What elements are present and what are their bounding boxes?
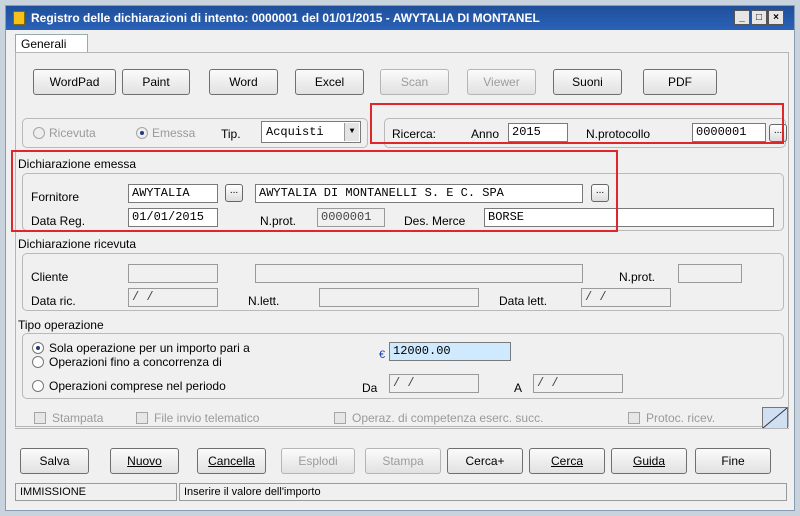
fornitore-lookup-button[interactable]: ... — [225, 184, 243, 202]
cerca-plus-button[interactable]: Cerca+ — [447, 448, 523, 474]
sola-operazione-label: Sola operazione per un importo pari a — [49, 341, 250, 355]
stampa-button[interactable]: Stampa — [365, 448, 441, 474]
emessa-section-title: Dichiarazione emessa — [18, 157, 137, 171]
nprotocollo-field[interactable]: 0000001 — [692, 123, 766, 142]
resize-corner-icon — [762, 407, 788, 429]
tab-generali[interactable]: Generali — [15, 34, 88, 53]
esplodi-button[interactable]: Esplodi — [281, 448, 355, 474]
ricevuta-section-title: Dichiarazione ricevuta — [18, 237, 137, 251]
datalett-field: / / — [581, 288, 671, 307]
pdf-button[interactable]: PDF — [643, 69, 717, 95]
datarec-label: Data ric. — [31, 294, 76, 308]
importo-field[interactable]: 12000.00 — [389, 342, 511, 361]
fino-concorrenza-label: Operazioni fino a concorrenza di — [49, 355, 222, 369]
close-button[interactable]: × — [768, 10, 784, 25]
a-label: A — [514, 381, 523, 395]
tipo-section-title: Tipo operazione — [18, 318, 104, 332]
nlett-field — [319, 288, 479, 307]
fornitore-name-field[interactable]: AWYTALIA DI MONTANELLI S. E C. SPA — [255, 184, 583, 203]
search-lookup-button[interactable]: ... — [769, 124, 787, 142]
operaz-label: Operaz. di competenza eserc. succ. — [352, 411, 544, 425]
radio-sola-operazione[interactable] — [32, 342, 44, 354]
status-message: Inserire il valore dell'importo — [179, 483, 787, 501]
euro-icon: € — [379, 349, 386, 361]
stampata-label: Stampata — [52, 411, 104, 425]
ricevuta-nprot-field — [678, 264, 742, 283]
desmerce-field[interactable]: BORSE — [484, 208, 774, 227]
datareg-field[interactable]: 01/01/2015 — [128, 208, 218, 227]
ricevuta-label: Ricevuta — [49, 126, 96, 140]
suoni-button[interactable]: Suoni — [553, 69, 622, 95]
cliente-name-field — [255, 264, 583, 283]
nuovo-button[interactable]: Nuovo — [110, 448, 179, 474]
a-date-field: / / — [533, 374, 623, 393]
bottom-separator — [15, 428, 789, 429]
wordpad-button[interactable]: WordPad — [33, 69, 116, 95]
fornitore-label: Fornitore — [31, 190, 80, 204]
periodo-label: Operazioni comprese nel periodo — [49, 379, 226, 393]
window-title: Registro delle dichiarazioni di intento:… — [31, 11, 540, 25]
nlett-label: N.lett. — [248, 294, 280, 308]
search-label: Ricerca: — [392, 127, 437, 141]
protoc-checkbox[interactable] — [628, 412, 640, 424]
anno-label: Anno — [471, 127, 500, 141]
emessa-label: Emessa — [152, 126, 196, 140]
fine-button[interactable]: Fine — [695, 448, 771, 474]
status-mode: IMMISSIONE — [15, 483, 177, 501]
emessa-nprot-field: 0000001 — [317, 208, 385, 227]
tip-select[interactable]: Acquisti ▼ — [261, 121, 361, 143]
paint-button[interactable]: Paint — [122, 69, 190, 95]
file-invio-checkbox[interactable] — [136, 412, 148, 424]
stampata-checkbox[interactable] — [34, 412, 46, 424]
da-label: Da — [362, 381, 378, 395]
chevron-down-icon[interactable]: ▼ — [344, 123, 359, 141]
main-window: Registro delle dichiarazioni di intento:… — [5, 5, 795, 511]
fornitore-name-lookup-button[interactable]: ... — [591, 184, 609, 202]
cerca-button[interactable]: Cerca — [529, 448, 605, 474]
datalett-label: Data lett. — [499, 294, 548, 308]
file-invio-label: File invio telematico — [154, 411, 260, 425]
salva-button[interactable]: Salva — [20, 448, 89, 474]
excel-button[interactable]: Excel — [295, 69, 364, 95]
radio-periodo[interactable] — [32, 380, 44, 392]
tip-label: Tip. — [221, 127, 241, 141]
app-icon — [13, 11, 25, 25]
nprotocollo-label: N.protocollo — [586, 127, 651, 141]
radio-ricevuta[interactable] — [33, 127, 45, 139]
minimize-button[interactable]: _ — [734, 10, 750, 25]
datareg-label: Data Reg. — [31, 214, 86, 228]
cliente-code-field — [128, 264, 218, 283]
tip-select-value: Acquisti — [266, 125, 324, 139]
radio-emessa[interactable] — [136, 127, 148, 139]
fornitore-code-field[interactable]: AWYTALIA — [128, 184, 218, 203]
scan-button[interactable]: Scan — [380, 69, 449, 95]
general-panel: WordPad Paint Word Excel Scan Viewer Suo… — [15, 52, 789, 429]
ricevuta-nprot-label: N.prot. — [619, 270, 656, 284]
desmerce-label: Des. Merce — [404, 214, 466, 228]
cancella-button[interactable]: Cancella — [197, 448, 266, 474]
anno-field[interactable]: 2015 — [508, 123, 568, 142]
viewer-button[interactable]: Viewer — [467, 69, 536, 95]
protoc-label: Protoc. ricev. — [646, 411, 716, 425]
maximize-button[interactable]: □ — [751, 10, 767, 25]
word-button[interactable]: Word — [209, 69, 278, 95]
radio-fino-concorrenza[interactable] — [32, 356, 44, 368]
datarec-field: / / — [128, 288, 218, 307]
cliente-label: Cliente — [31, 270, 69, 284]
guida-button[interactable]: Guida — [611, 448, 687, 474]
emessa-nprot-label: N.prot. — [260, 214, 297, 228]
operaz-checkbox[interactable] — [334, 412, 346, 424]
da-date-field: / / — [389, 374, 479, 393]
title-bar: Registro delle dichiarazioni di intento:… — [6, 6, 794, 30]
